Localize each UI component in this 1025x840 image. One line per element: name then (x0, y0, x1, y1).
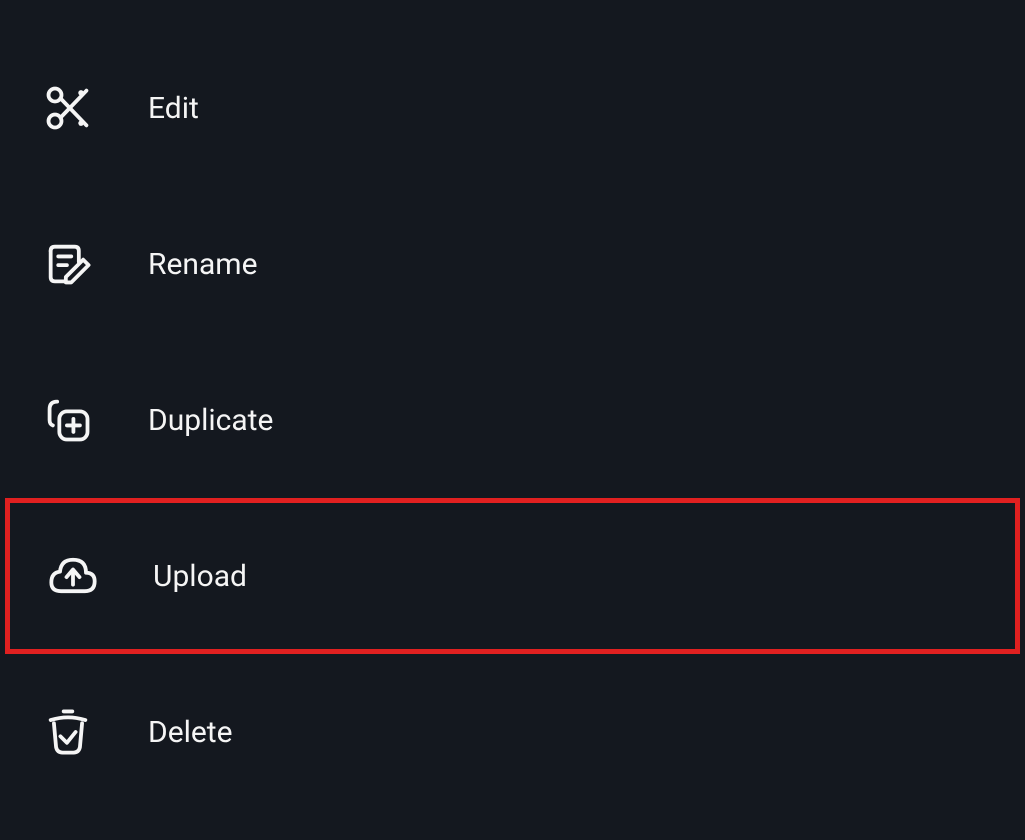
menu-item-label: Duplicate (148, 403, 273, 438)
menu-item-delete[interactable]: Delete (0, 654, 1025, 810)
menu-item-rename[interactable]: Rename (0, 186, 1025, 342)
menu-item-label: Upload (153, 559, 247, 594)
menu-item-label: Delete (148, 715, 233, 750)
menu-item-duplicate[interactable]: Duplicate (0, 342, 1025, 498)
menu-item-upload[interactable]: Upload (5, 498, 1020, 654)
menu-item-edit[interactable]: Edit (0, 30, 1025, 186)
context-menu: Edit Rename Duplicate (0, 0, 1025, 840)
edit-note-icon (40, 236, 96, 292)
menu-item-label: Edit (148, 91, 199, 126)
copy-plus-icon (40, 392, 96, 448)
scissors-icon (40, 80, 96, 136)
cloud-upload-icon (45, 548, 101, 604)
menu-item-label: Rename (148, 247, 258, 282)
trash-icon (40, 704, 96, 760)
